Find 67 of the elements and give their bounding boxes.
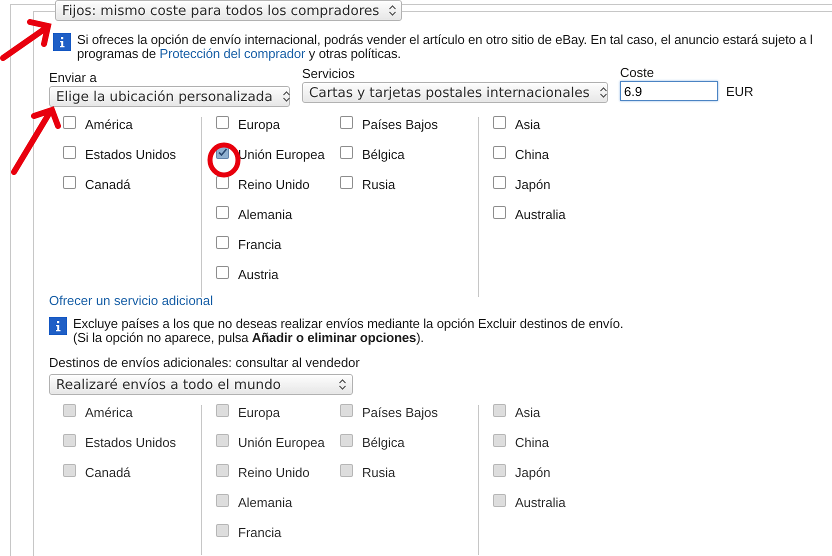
checkbox[interactable]	[216, 266, 229, 279]
checkbox-label: Canadá	[85, 465, 131, 480]
checkbox-label: China	[515, 147, 549, 162]
ship-to-label: Enviar a	[49, 70, 98, 85]
checkbox-label: Unión Europea	[238, 147, 325, 162]
caret-icon	[282, 91, 290, 102]
shipping-type-select[interactable]: Fijos: mismo coste para todos los compradores	[55, 0, 402, 21]
checkbox-label: Reino Unido	[238, 465, 310, 480]
checkbox-label: Bélgica	[362, 147, 405, 162]
checkbox-label: Japón	[515, 465, 550, 480]
notice-text: Si ofreces la opción de envío internacional, podrás vender el artículo en otro sitio de eBay. En tal caso, el anuncio estará sujeto a l programas de Protección del comprador y otras políticas.	[77, 33, 813, 61]
caret-icon	[339, 379, 346, 390]
checkbox-label: América	[85, 405, 133, 420]
checkbox-label: Australia	[515, 495, 566, 510]
checkbox-label: Estados Unidos	[85, 147, 176, 162]
checkbox-label: Reino Unido	[238, 177, 310, 192]
checkbox[interactable]	[216, 176, 229, 189]
exclude-notice-text: Excluye países a los que no deseas realizar envíos mediante la opción Excluir destinos de envío. (Si la opción no aparece, pulsa Añadir o eliminar opciones).	[73, 317, 624, 345]
cost-label: Coste	[620, 65, 655, 80]
checkbox[interactable]	[340, 176, 353, 189]
checkbox-label: Países Bajos	[362, 117, 438, 132]
checkbox-label: Francia	[238, 525, 282, 540]
additional-destinations-select[interactable]: Realizaré envíos a todo el mundo	[49, 374, 353, 395]
checkbox-label: Austria	[238, 267, 278, 282]
checkbox-label: Australia	[515, 207, 566, 222]
additional-service-link[interactable]: Ofrecer un servicio adicional	[49, 293, 214, 308]
checkbox[interactable]	[493, 116, 506, 129]
checkbox-label: Francia	[238, 237, 282, 252]
checkbox[interactable]	[493, 146, 506, 159]
annotation-arrow-drawing	[0, 19, 52, 61]
checkbox-label: Europa	[238, 405, 280, 420]
checkbox[interactable]	[340, 146, 353, 159]
additional-destinations-label: Destinos de envíos adicionales: consultar al vendedor	[49, 355, 361, 370]
checkbox-label: Bélgica	[362, 435, 405, 450]
cost-field[interactable]: 6.9	[620, 81, 718, 101]
checkbox[interactable]	[216, 116, 229, 129]
checkbox-label: Alemania	[238, 207, 292, 222]
checkbox-label: Rusia	[362, 177, 396, 192]
checkbox[interactable]	[63, 116, 76, 129]
checkbox[interactable]	[493, 206, 506, 219]
checkbox-label: Unión Europea	[238, 435, 325, 450]
checkbox-label: China	[515, 435, 549, 450]
annotation-circle	[208, 142, 240, 178]
checkbox-label: Asia	[515, 405, 540, 420]
checkbox[interactable]	[493, 176, 506, 189]
checkbox[interactable]	[216, 236, 229, 249]
checkbox-label: Alemania	[238, 495, 292, 510]
checkbox-label: Rusia	[362, 465, 396, 480]
annotation-arrow-drawing	[11, 106, 61, 175]
checkbox[interactable]	[63, 146, 76, 159]
checkbox[interactable]	[216, 206, 229, 219]
checkbox[interactable]	[63, 176, 76, 189]
services-select[interactable]: Cartas y tarjetas postales internacionales	[302, 82, 608, 103]
services-label: Servicios	[302, 66, 356, 81]
checkbox-label: Asia	[515, 117, 540, 132]
checkbox-label: Canadá	[85, 177, 131, 192]
caret-icon	[600, 87, 607, 98]
checkbox[interactable]	[340, 116, 353, 129]
checkbox-label: Estados Unidos	[85, 435, 176, 450]
ship-to-select[interactable]: Elige la ubicación personalizada	[49, 86, 290, 107]
checkbox-label: Países Bajos	[362, 405, 438, 420]
caret-icon	[389, 5, 396, 16]
buyer-protection-link[interactable]: Protección del comprador	[160, 46, 306, 61]
currency-label: EUR	[726, 84, 754, 98]
checkbox-label: América	[85, 117, 133, 132]
checkbox-label: Europa	[238, 117, 280, 132]
checkbox-label: Japón	[515, 177, 550, 192]
